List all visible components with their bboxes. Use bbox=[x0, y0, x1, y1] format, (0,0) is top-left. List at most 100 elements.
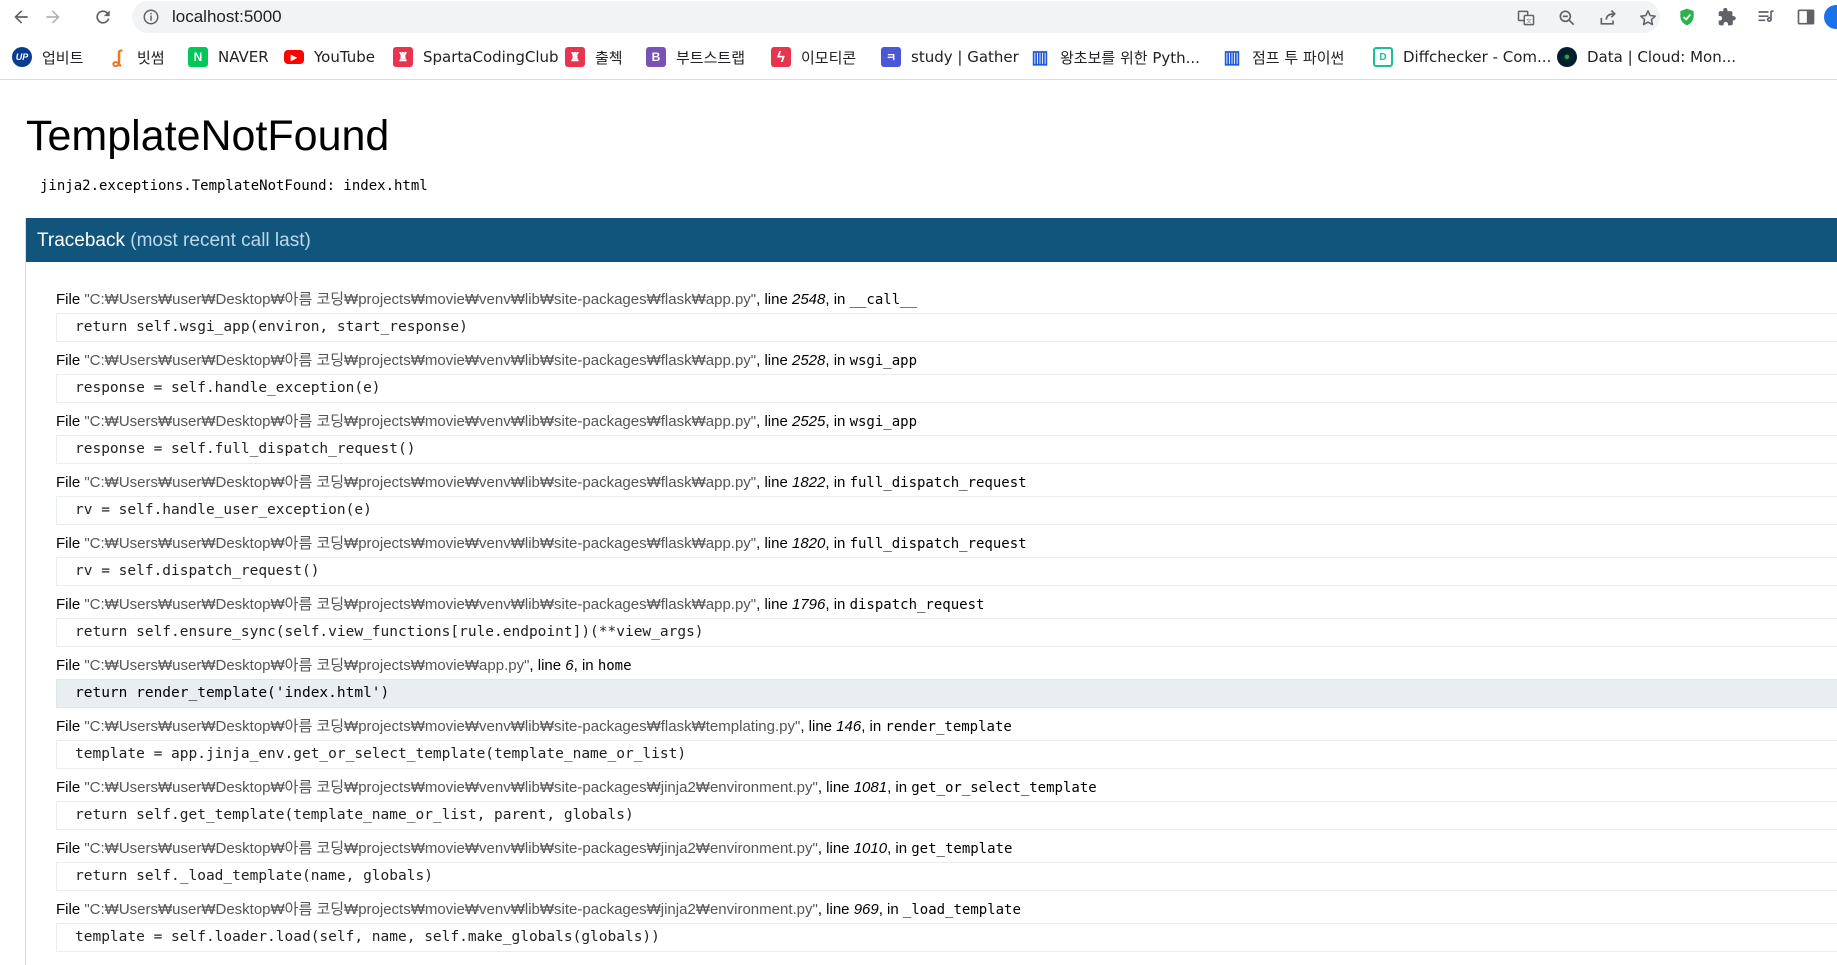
extensions-puzzle-icon[interactable] bbox=[1715, 5, 1739, 29]
frame-filename: "C:₩Users₩user₩Desktop₩아름 코딩₩projects₩mo… bbox=[84, 657, 530, 674]
frame-file-prefix: File bbox=[56, 291, 85, 308]
frame-source-line[interactable]: return render_template('index.html') bbox=[56, 679, 1837, 708]
frame-line-number: 1010 bbox=[853, 840, 888, 857]
traceback-sublabel: (most recent call last) bbox=[130, 230, 311, 251]
frame-location: File "C:₩Users₩user₩Desktop₩아름 코딩₩projec… bbox=[56, 837, 1012, 861]
bookmark-gather[interactable]: ㅋ study | Gather bbox=[881, 45, 1019, 69]
frame-function-name: get_template bbox=[911, 841, 1013, 857]
frame-line-number: 1822 bbox=[792, 474, 826, 491]
frame-file-prefix: File bbox=[56, 657, 85, 674]
traceback-frame[interactable]: File "C:₩Users₩user₩Desktop₩아름 코딩₩projec… bbox=[56, 349, 1837, 410]
bookmark-jump-to-python[interactable]: ▥ 점프 투 파이썬 bbox=[1222, 45, 1344, 69]
traceback-frame[interactable]: File "C:₩Users₩user₩Desktop₩아름 코딩₩projec… bbox=[56, 532, 1837, 593]
frame-source-line[interactable]: rv = self.dispatch_request() bbox=[56, 557, 1837, 586]
traceback-frame[interactable]: File "C:₩Users₩user₩Desktop₩아름 코딩₩projec… bbox=[56, 288, 1837, 349]
bookmark-star-icon[interactable] bbox=[1637, 7, 1659, 29]
url-text[interactable]: localhost:5000 bbox=[172, 7, 282, 27]
browser-toolbar: localhost:5000 文 bbox=[0, 0, 1837, 34]
frame-source-line[interactable]: return self.get_template(template_name_o… bbox=[56, 801, 1837, 830]
traceback-frame[interactable]: File "C:₩Users₩user₩Desktop₩아름 코딩₩projec… bbox=[56, 593, 1837, 654]
bookmark-label: NAVER bbox=[218, 48, 269, 66]
traceback-frame[interactable]: File "C:₩Users₩user₩Desktop₩아름 코딩₩projec… bbox=[56, 410, 1837, 471]
frame-source-line[interactable]: return self.ensure_sync(self.view_functi… bbox=[56, 618, 1837, 647]
frame-source-line[interactable]: response = self.full_dispatch_request() bbox=[56, 435, 1837, 464]
traceback-frame[interactable]: File "C:₩Users₩user₩Desktop₩아름 코딩₩projec… bbox=[56, 715, 1837, 776]
bookmark-mongodb[interactable]: ● Data | Cloud: Mon... bbox=[1557, 45, 1736, 69]
frame-filename: "C:₩Users₩user₩Desktop₩아름 코딩₩projects₩mo… bbox=[84, 840, 818, 857]
share-icon[interactable] bbox=[1597, 7, 1619, 29]
frame-function-name: get_or_select_template bbox=[911, 780, 1097, 796]
bookmark-label: Diffchecker - Com... bbox=[1403, 48, 1552, 66]
traceback-frame[interactable]: File "C:₩Users₩user₩Desktop₩아름 코딩₩projec… bbox=[56, 776, 1837, 837]
forward-button[interactable] bbox=[40, 4, 66, 30]
bookmark-bootstrap[interactable]: B 부트스트랩 bbox=[646, 45, 745, 69]
upbit-icon: UP bbox=[12, 47, 32, 67]
frame-line-prefix: , line bbox=[756, 596, 792, 613]
bootstrap-icon: B bbox=[646, 47, 666, 67]
frame-in-prefix: , in bbox=[825, 596, 850, 613]
frame-line-prefix: , line bbox=[817, 779, 854, 796]
page-title: TemplateNotFound bbox=[26, 112, 390, 160]
traceback-frame[interactable]: File "C:₩Users₩user₩Desktop₩아름 코딩₩projec… bbox=[56, 471, 1837, 532]
profile-avatar[interactable] bbox=[1824, 5, 1837, 29]
bookmark-spartacodingclub[interactable]: ♜ SpartaCodingClub bbox=[393, 45, 559, 69]
frame-filename: "C:₩Users₩user₩Desktop₩아름 코딩₩projects₩mo… bbox=[84, 535, 757, 552]
frame-line-number: 1796 bbox=[792, 596, 826, 613]
frame-line-prefix: , line bbox=[817, 840, 854, 857]
reload-button[interactable] bbox=[90, 4, 116, 30]
frame-source-line[interactable]: template = app.jinja_env.get_or_select_t… bbox=[56, 740, 1837, 769]
frame-source-line[interactable]: template = self.loader.load(self, name, … bbox=[56, 923, 1837, 952]
shield-extension-icon[interactable] bbox=[1675, 5, 1699, 29]
frame-file-prefix: File bbox=[56, 779, 85, 796]
book-icon: ▥ bbox=[1031, 46, 1049, 67]
address-bar[interactable]: localhost:5000 文 bbox=[132, 1, 1660, 33]
reading-list-icon[interactable] bbox=[1754, 5, 1778, 29]
bookmark-label: 이모티콘 bbox=[801, 48, 857, 67]
frame-function-name: wsgi_app bbox=[849, 353, 917, 369]
frame-location: File "C:₩Users₩user₩Desktop₩아름 코딩₩projec… bbox=[56, 288, 917, 312]
bookmark-emoticon[interactable]: ϟ 이모티콘 bbox=[771, 45, 856, 69]
frame-file-prefix: File bbox=[56, 413, 85, 430]
back-button[interactable] bbox=[8, 4, 34, 30]
traceback-heading: Traceback (most recent call last) bbox=[37, 230, 311, 252]
bookmark-upbit[interactable]: UP 업비트 bbox=[12, 45, 83, 69]
bookmark-youtube[interactable]: ▶ YouTube bbox=[284, 45, 375, 69]
zoom-icon[interactable] bbox=[1556, 7, 1578, 29]
traceback-frame[interactable]: File "C:₩Users₩user₩Desktop₩아름 코딩₩projec… bbox=[56, 837, 1837, 898]
side-panel-icon[interactable] bbox=[1794, 5, 1818, 29]
bookmark-label: study | Gather bbox=[911, 48, 1019, 66]
translate-icon[interactable]: 文 bbox=[1515, 7, 1537, 29]
frame-location: File "C:₩Users₩user₩Desktop₩아름 코딩₩projec… bbox=[56, 410, 917, 434]
bookmark-label: 빗썸 bbox=[137, 48, 165, 67]
frame-filename: "C:₩Users₩user₩Desktop₩아름 코딩₩projects₩mo… bbox=[84, 779, 818, 796]
bookmark-label: 점프 투 파이썬 bbox=[1252, 48, 1345, 67]
frame-source-line[interactable]: return self.wsgi_app(environ, start_resp… bbox=[56, 313, 1837, 342]
frame-in-prefix: , in bbox=[825, 291, 850, 308]
frame-file-prefix: File bbox=[56, 596, 85, 613]
bookmark-naver[interactable]: N NAVER bbox=[188, 45, 269, 69]
frame-line-number: 2548 bbox=[792, 291, 826, 308]
sparta-icon: ♜ bbox=[393, 47, 413, 67]
frame-source-line[interactable]: rv = self.handle_user_exception(e) bbox=[56, 496, 1837, 525]
frame-filename: "C:₩Users₩user₩Desktop₩아름 코딩₩projects₩mo… bbox=[84, 901, 818, 918]
emoticon-icon: ϟ bbox=[771, 47, 791, 67]
bithumb-icon: ʆ bbox=[112, 46, 122, 67]
frame-in-prefix: , in bbox=[878, 901, 903, 918]
info-icon[interactable] bbox=[142, 8, 160, 26]
frame-filename: "C:₩Users₩user₩Desktop₩아름 코딩₩projects₩mo… bbox=[84, 718, 801, 735]
frame-in-prefix: , in bbox=[825, 413, 850, 430]
naver-icon: N bbox=[188, 47, 208, 67]
bookmark-python-beginner[interactable]: ▥ 왕초보를 위한 Pyth... bbox=[1030, 45, 1199, 69]
frame-source-line[interactable]: return self._load_template(name, globals… bbox=[56, 862, 1837, 891]
frame-filename: "C:₩Users₩user₩Desktop₩아름 코딩₩projects₩mo… bbox=[84, 413, 757, 430]
traceback-frame[interactable]: File "C:₩Users₩user₩Desktop₩아름 코딩₩projec… bbox=[56, 898, 1837, 959]
reload-icon bbox=[96, 10, 110, 24]
frame-source-line[interactable]: response = self.handle_exception(e) bbox=[56, 374, 1837, 403]
frame-line-number: 2525 bbox=[792, 413, 826, 430]
bookmark-diffchecker[interactable]: D Diffchecker - Com... bbox=[1373, 45, 1551, 69]
bookmark-label: 부트스트랩 bbox=[676, 48, 746, 67]
frame-location: File "C:₩Users₩user₩Desktop₩아름 코딩₩projec… bbox=[56, 471, 1027, 495]
bookmark-bithumb[interactable]: ʆ 빗썸 bbox=[107, 45, 165, 69]
bookmark-attendance[interactable]: ♜ 출첵 bbox=[565, 45, 623, 69]
traceback-frame[interactable]: File "C:₩Users₩user₩Desktop₩아름 코딩₩projec… bbox=[56, 654, 1837, 715]
